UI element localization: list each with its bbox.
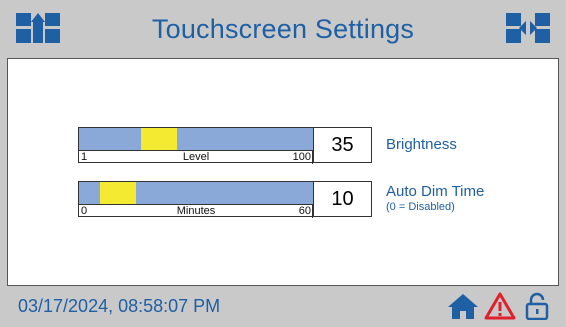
auto-dim-label: Auto Dim Time — [386, 183, 485, 200]
auto-dim-scale-max: 60 — [298, 205, 311, 217]
auto-dim-slider[interactable]: 0 Minutes 60 — [78, 181, 314, 218]
brightness-slider[interactable]: 1 Level 100 — [78, 127, 314, 164]
auto-dim-row: 0 Minutes 60 10 Auto Dim Time (0 = Disab… — [78, 181, 498, 218]
page-title: Touchscreen Settings — [151, 13, 415, 44]
auto-dim-scale: 0 Minutes 60 — [79, 204, 313, 218]
brightness-value-field[interactable]: 35 — [314, 127, 372, 163]
alarm-warning-icon[interactable] — [484, 292, 516, 320]
brightness-label: Brightness — [386, 136, 457, 153]
home-icon[interactable] — [447, 292, 479, 320]
brightness-scale-label: Level — [182, 151, 210, 163]
brightness-scale-max: 100 — [292, 151, 311, 163]
header: Touchscreen Settings — [0, 0, 566, 58]
auto-dim-slider-track — [79, 182, 313, 204]
brightness-slider-thumb[interactable] — [141, 128, 178, 150]
auto-dim-sublabel: (0 = Disabled) — [386, 201, 455, 213]
brightness-slider-track — [79, 128, 313, 150]
auto-dim-scale-label: Minutes — [176, 205, 216, 217]
unlocked-padlock-icon[interactable] — [524, 292, 550, 320]
settings-panel: 1 Level 100 35 Brightness 0 Minutes 60 1… — [7, 58, 559, 286]
auto-dim-value-field[interactable]: 10 — [314, 181, 372, 217]
auto-dim-slider-thumb[interactable] — [100, 182, 136, 204]
brightness-row: 1 Level 100 35 Brightness — [78, 127, 498, 164]
nav-up-icon[interactable] — [16, 13, 60, 43]
brightness-scale: 1 Level 100 — [79, 150, 313, 164]
nav-arrows-icon[interactable] — [506, 13, 550, 43]
datetime-display: 03/17/2024, 08:58:07 PM — [18, 296, 221, 316]
